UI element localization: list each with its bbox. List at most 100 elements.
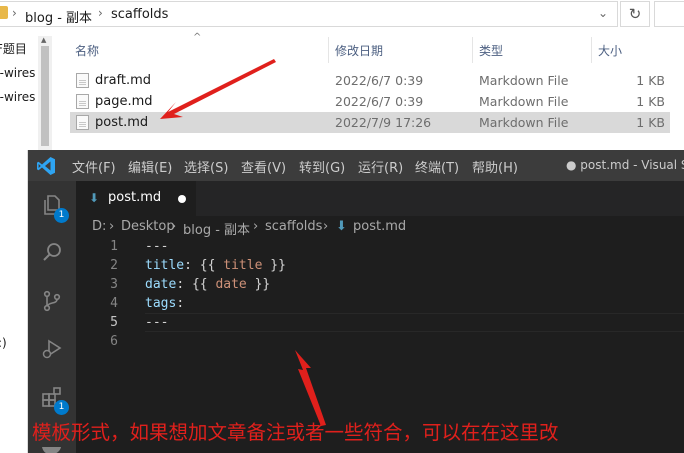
file-type: Markdown File bbox=[479, 73, 569, 88]
markdown-arrow-icon: ⬇ bbox=[336, 219, 347, 234]
scroll-up-icon[interactable]: ▲ bbox=[41, 36, 46, 44]
breadcrumb-chevron-icon: › bbox=[98, 6, 103, 20]
file-size: 1 KB bbox=[636, 94, 665, 109]
markdown-file-icon bbox=[76, 115, 89, 130]
column-divider[interactable] bbox=[591, 37, 592, 63]
yaml-key: tags bbox=[145, 296, 177, 311]
code-text: : {{ bbox=[176, 277, 216, 292]
menu-help[interactable]: 帮助(H) bbox=[472, 157, 518, 176]
code-text: }} bbox=[246, 277, 271, 292]
code-text: : {{ bbox=[184, 258, 224, 273]
markdown-file-icon bbox=[76, 94, 89, 109]
markdown-file-icon bbox=[76, 73, 89, 88]
code-text: --- bbox=[145, 315, 169, 330]
breadcrumb-file[interactable]: post.md bbox=[353, 219, 406, 234]
breadcrumb-scaffolds[interactable]: scaffolds bbox=[111, 7, 168, 22]
activity-bar: 1 1 bbox=[28, 181, 76, 453]
activity-explorer[interactable]: 1 bbox=[28, 181, 76, 229]
file-row-post[interactable]: post.md 2022/7/9 17:26 Markdown File 1 K… bbox=[70, 112, 670, 133]
nav-item[interactable]: 7-wires bbox=[0, 90, 35, 104]
file-date: 2022/7/9 17:26 bbox=[335, 115, 432, 130]
line-number: 1 bbox=[110, 239, 118, 254]
explorer-badge: 1 bbox=[54, 208, 69, 223]
line-number: 6 bbox=[110, 334, 118, 349]
code-text: --- bbox=[145, 239, 169, 254]
breadcrumb-drive[interactable]: D: bbox=[92, 219, 106, 234]
menu-selection[interactable]: 选择(S) bbox=[184, 157, 228, 176]
column-header-date[interactable]: 修改日期 bbox=[335, 42, 383, 59]
scrollbar-thumb[interactable] bbox=[41, 46, 49, 146]
breadcrumb-blog-copy[interactable]: blog - 副本 bbox=[25, 7, 92, 26]
code-line[interactable]: --- bbox=[145, 315, 168, 330]
file-explorer-window: › blog - 副本 › scaffolds ⌄ ↻ F题目 6-wires … bbox=[0, 0, 684, 150]
column-header-size[interactable]: 大小 bbox=[598, 42, 622, 59]
sort-ascending-icon: ^ bbox=[193, 32, 202, 43]
breadcrumb-chevron-icon: › bbox=[253, 219, 259, 234]
line-number: 3 bbox=[110, 277, 118, 292]
activity-run-debug[interactable] bbox=[28, 325, 76, 373]
file-size: 1 KB bbox=[636, 115, 665, 130]
file-name: post.md bbox=[95, 115, 149, 130]
activity-search[interactable] bbox=[28, 229, 76, 277]
column-header-type[interactable]: 类型 bbox=[479, 42, 503, 59]
extensions-badge: 1 bbox=[54, 400, 69, 415]
template-var: title bbox=[223, 258, 263, 273]
line-number: 2 bbox=[110, 258, 118, 273]
annotation-text: 模板形式，如果想加文章备注或者一些符合，可以在在这里改 bbox=[32, 421, 559, 444]
file-type: Markdown File bbox=[479, 94, 569, 109]
breadcrumb-scaffolds[interactable]: scaffolds bbox=[265, 219, 322, 234]
unsaved-dot-icon[interactable] bbox=[178, 195, 186, 203]
file-row-page[interactable]: page.md 2022/6/7 0:39 Markdown File 1 KB bbox=[70, 91, 670, 112]
breadcrumb-blog-copy[interactable]: blog - 副本 bbox=[183, 219, 250, 238]
title-bar: 文件(F) 编辑(E) 选择(S) 查看(V) 转到(G) 运行(R) 终端(T… bbox=[28, 150, 684, 181]
address-dropdown-icon[interactable]: ⌄ bbox=[598, 6, 608, 20]
nav-item-fragment: :) bbox=[0, 336, 7, 350]
vscode-logo-icon bbox=[37, 157, 55, 175]
search-icon bbox=[43, 243, 61, 261]
menu-go[interactable]: 转到(G) bbox=[299, 157, 345, 176]
code-line[interactable]: title: {{ title }} bbox=[145, 258, 286, 273]
menu-view[interactable]: 查看(V) bbox=[241, 157, 286, 176]
file-type: Markdown File bbox=[479, 115, 569, 130]
column-header-name[interactable]: 名称 bbox=[75, 42, 99, 59]
code-text: }} bbox=[262, 258, 286, 273]
code-line[interactable]: date: {{ date }} bbox=[145, 277, 270, 292]
window-title: ● post.md - Visual Stu bbox=[566, 158, 684, 172]
menu-file[interactable]: 文件(F) bbox=[72, 157, 116, 176]
address-bar[interactable]: › blog - 副本 › scaffolds ⌄ bbox=[0, 1, 618, 27]
yaml-key: date bbox=[145, 277, 177, 292]
nav-item[interactable]: F题目 bbox=[0, 40, 27, 57]
nav-scrollbar[interactable]: ▲ bbox=[38, 36, 52, 150]
address-bar-row: › blog - 副本 › scaffolds ⌄ ↻ bbox=[0, 0, 684, 28]
navigation-pane: F题目 6-wires 7-wires bbox=[0, 36, 38, 150]
template-var: date bbox=[215, 277, 247, 292]
file-name: draft.md bbox=[95, 73, 152, 88]
menu-run[interactable]: 运行(R) bbox=[358, 157, 403, 176]
menu-terminal[interactable]: 终端(T) bbox=[415, 157, 459, 176]
breadcrumb-chevron-icon: › bbox=[171, 219, 177, 234]
column-divider[interactable] bbox=[472, 37, 473, 63]
search-box[interactable] bbox=[654, 1, 684, 27]
file-row-draft[interactable]: draft.md 2022/6/7 0:39 Markdown File 1 K… bbox=[70, 70, 670, 91]
file-date: 2022/6/7 0:39 bbox=[335, 73, 424, 88]
column-divider[interactable] bbox=[328, 37, 329, 63]
code-line[interactable]: --- bbox=[145, 239, 168, 254]
editor-breadcrumbs: D: › Desktop › blog - 副本 › scaffolds › ⬇… bbox=[76, 216, 684, 238]
run-debug-icon bbox=[42, 339, 62, 359]
markdown-arrow-icon: ⬇ bbox=[89, 191, 100, 205]
code-text: : bbox=[176, 296, 185, 311]
activity-source-control[interactable] bbox=[28, 277, 76, 325]
refresh-icon: ↻ bbox=[628, 5, 642, 23]
folder-icon bbox=[0, 6, 8, 19]
breadcrumb-desktop[interactable]: Desktop bbox=[121, 219, 175, 234]
refresh-button[interactable]: ↻ bbox=[620, 1, 650, 27]
vscode-window: 文件(F) 编辑(E) 选择(S) 查看(V) 转到(G) 运行(R) 终端(T… bbox=[28, 150, 684, 453]
menu-edit[interactable]: 编辑(E) bbox=[128, 157, 172, 176]
line-number: 5 bbox=[110, 315, 118, 330]
source-control-icon bbox=[43, 290, 61, 312]
nav-item[interactable]: 6-wires bbox=[0, 66, 35, 80]
code-line[interactable]: tags: bbox=[145, 296, 184, 311]
file-date: 2022/6/7 0:39 bbox=[335, 94, 424, 109]
file-size: 1 KB bbox=[636, 73, 665, 88]
activity-extensions[interactable]: 1 bbox=[28, 373, 76, 421]
